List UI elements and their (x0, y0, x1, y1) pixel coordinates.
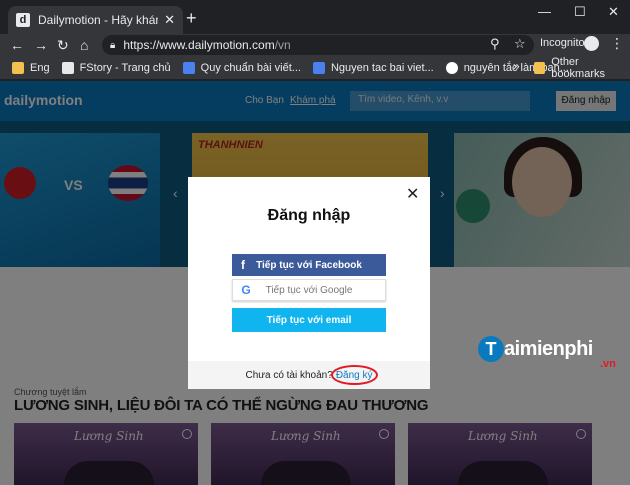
bookmarks-bar: Eng FStory - Trang chủ Quy chuẩn bài viế… (0, 56, 630, 80)
forward-icon[interactable]: → (34, 36, 48, 54)
tab-strip: d Dailymotion - Hãy khám phá và x ✕ + — … (0, 0, 630, 34)
bookmark-item[interactable]: Quy chuẩn bài viết... (182, 61, 301, 74)
bookmark-item[interactable]: Eng (12, 61, 50, 74)
docs-icon (182, 61, 195, 74)
no-account-text: Chưa có tài khoản? (245, 369, 333, 381)
bookmark-star-icon[interactable]: ☆ (514, 36, 526, 52)
reload-icon[interactable]: ↻ (57, 36, 69, 54)
facebook-login-button[interactable]: f Tiếp tục với Facebook (232, 254, 386, 276)
url-path: /vn (274, 38, 291, 52)
docs-icon (312, 61, 325, 74)
bookmark-item[interactable]: FStory - Trang chủ (61, 61, 171, 74)
back-icon[interactable]: ← (10, 36, 24, 54)
watermark-text: aimienphi (504, 338, 593, 360)
web-page: dailymotion Cho Bạn Khám phá Tìm video, … (0, 81, 630, 485)
window-close-icon[interactable]: ✕ (608, 4, 619, 20)
watermark-logo-icon: T (478, 336, 504, 362)
lock-icon: 🔒︎ (110, 39, 116, 51)
dailymotion-favicon-icon: d (16, 13, 30, 27)
facebook-icon: f (241, 258, 245, 272)
new-tab-icon[interactable]: + (186, 8, 197, 28)
incognito-icon[interactable] (584, 36, 599, 51)
address-bar[interactable]: 🔒︎ https://www.dailymotion.com/vn ⚲ ☆ (102, 35, 534, 55)
modal-footer: Chưa có tài khoản? Đăng ký (188, 361, 430, 389)
fstory-icon (61, 61, 74, 74)
tab-close-icon[interactable]: ✕ (164, 12, 175, 28)
url-host: https://www.dailymotion.com (123, 38, 275, 52)
modal-title: Đăng nhập (267, 207, 351, 224)
login-modal: ✕ Đăng nhập f Tiếp tục với Facebook G Ti… (188, 177, 430, 389)
zoom-search-icon[interactable]: ⚲ (490, 36, 500, 52)
other-bookmarks[interactable]: Other bookmarks (534, 56, 630, 80)
google-icon (445, 61, 458, 74)
browser-menu-icon[interactable]: ⋮ (610, 35, 624, 52)
google-login-button[interactable]: G Tiếp tục với Google (232, 279, 386, 301)
folder-icon (12, 61, 24, 74)
google-icon: G (241, 283, 251, 297)
email-login-button[interactable]: Tiếp tục với email (232, 308, 386, 332)
close-icon[interactable]: ✕ (406, 187, 419, 203)
home-icon[interactable]: ⌂ (80, 36, 88, 54)
browser-tab[interactable]: d Dailymotion - Hãy khám phá và x ✕ (8, 6, 183, 34)
more-bookmarks-icon[interactable]: » (513, 59, 520, 73)
watermark-suffix: .vn (600, 358, 616, 370)
browser-toolbar: ← → ↻ ⌂ 🔒︎ https://www.dailymotion.com/v… (0, 34, 630, 56)
minimize-icon[interactable]: — (538, 4, 551, 19)
signup-link[interactable]: Đăng ký (330, 364, 378, 385)
incognito-label: Incognito (540, 37, 585, 49)
folder-icon (534, 62, 546, 74)
maximize-icon[interactable]: ☐ (574, 4, 586, 20)
tab-title: Dailymotion - Hãy khám phá và x (38, 13, 158, 27)
bookmark-item[interactable]: Nguyen tac bai viet... (312, 61, 434, 74)
